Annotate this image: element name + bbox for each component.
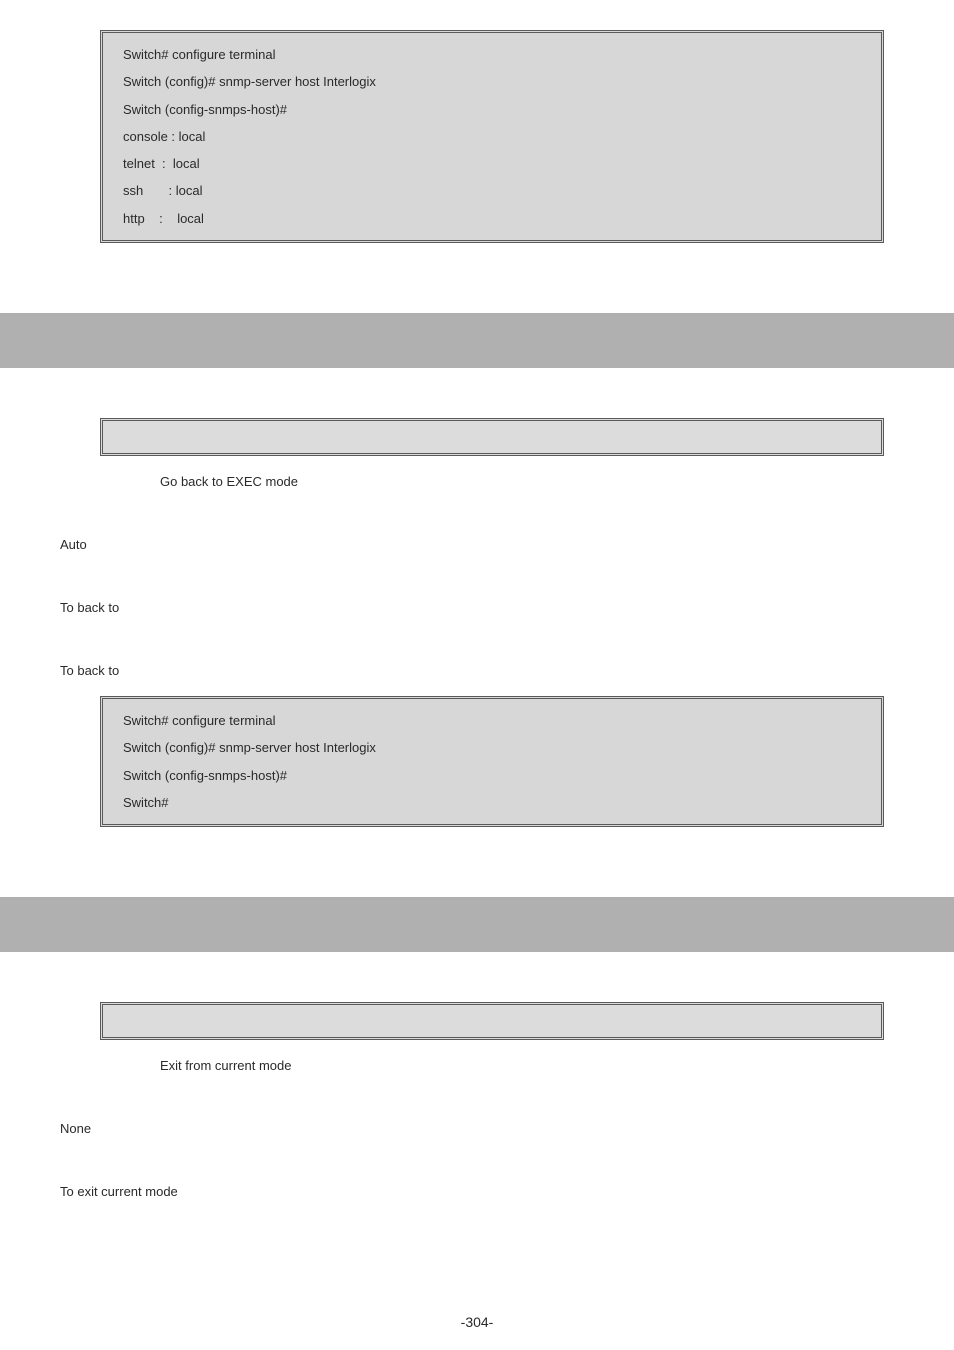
code-line: Switch (config)# snmp-server host Interl… xyxy=(123,734,861,761)
code-block-1: Switch# configure terminal Switch (confi… xyxy=(100,30,884,243)
usage-label: To back to xyxy=(60,663,894,678)
parameter-label: Auto xyxy=(60,537,894,552)
code-line: ssh : local xyxy=(123,177,861,204)
code-line: http : local xyxy=(123,205,861,232)
section-divider xyxy=(0,313,954,368)
code-line: Switch (config-snmps-host)# xyxy=(123,762,861,789)
code-block-2: Switch# configure terminal Switch (confi… xyxy=(100,696,884,827)
code-line: Switch# configure terminal xyxy=(123,41,861,68)
code-line: Switch# xyxy=(123,789,861,816)
default-label: To back to xyxy=(60,600,894,615)
description-text: Go back to EXEC mode xyxy=(160,474,894,489)
code-line: Switch# configure terminal xyxy=(123,707,861,734)
section-divider xyxy=(0,897,954,952)
code-line: Switch (config)# snmp-server host Interl… xyxy=(123,68,861,95)
usage-label: To exit current mode xyxy=(60,1184,894,1199)
parameter-label: None xyxy=(60,1121,894,1136)
page-number: -304- xyxy=(0,1314,954,1330)
syntax-box xyxy=(100,1002,884,1040)
description-text: Exit from current mode xyxy=(160,1058,894,1073)
code-line: Switch (config-snmps-host)# xyxy=(123,96,861,123)
code-line: console : local xyxy=(123,123,861,150)
syntax-box xyxy=(100,418,884,456)
code-line: telnet : local xyxy=(123,150,861,177)
